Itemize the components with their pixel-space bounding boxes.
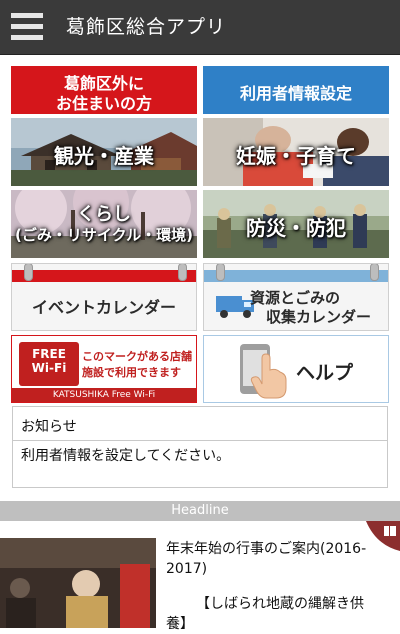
help-label: ヘルプ (296, 362, 354, 384)
disaster-crime-button[interactable]: 防災・防犯 (203, 190, 389, 258)
notice-box: お知らせ 利用者情報を設定してください。 (12, 406, 388, 488)
disaster-crime-label: 防災・防犯 (246, 216, 346, 240)
garbage-calendar-line1: 資源とごみの (250, 289, 341, 307)
event-calendar-label: イベントカレンダー (31, 298, 176, 317)
headline-bar: Headline (0, 501, 400, 521)
free-wifi-button[interactable]: FREE Wi-Fi このマークがある店舗・ 施設で利用できます KATSUSH… (11, 335, 197, 403)
news-subtitle: 【しばられ地蔵の縄解き供 (196, 596, 364, 612)
headline-label: Headline (171, 503, 229, 518)
garbage-calendar-line2: 収集カレンダー (266, 308, 372, 326)
user-settings-button[interactable]: 利用者情報設定 (203, 66, 389, 114)
tap-phone-icon (240, 344, 287, 399)
calendar-ring-icon (370, 264, 379, 281)
wifi-text-line1: このマークがある店舗・ (82, 350, 197, 363)
living-label-line2: (ごみ・リサイクル・環境) (15, 226, 193, 244)
help-button[interactable]: ヘルプ (203, 335, 389, 403)
notice-divider (13, 440, 387, 441)
calendar-band (204, 270, 388, 282)
garbage-calendar-button[interactable]: 資源とごみの 収集カレンダー (203, 263, 389, 331)
wifi-badge-free: FREE (32, 347, 66, 361)
calendar-ring-icon (216, 264, 225, 281)
outside-residents-line2: お住まいの方 (55, 94, 152, 113)
notice-text[interactable]: 利用者情報を設定してください。 (21, 445, 230, 465)
calendar-ring-icon (24, 264, 33, 281)
calendar-ring-icon (178, 264, 187, 281)
event-calendar-button[interactable]: イベントカレンダー (11, 263, 197, 331)
living-label-line1: くらし (77, 204, 131, 225)
app-title: 葛飾区総合アプリ (66, 16, 227, 38)
wifi-footer-bar: KATSUSHIKA Free Wi-Fi (12, 388, 196, 402)
user-settings-label: 利用者情報設定 (239, 84, 352, 103)
tourism-industry-label: 観光・産業 (54, 144, 154, 168)
calendar-band (12, 270, 196, 282)
app-header: 葛飾区総合アプリ (0, 0, 400, 54)
wifi-badge-icon: FREE Wi-Fi (19, 342, 79, 386)
news-thumbnail (0, 538, 156, 628)
notice-title: お知らせ (21, 419, 77, 435)
pregnancy-childcare-button[interactable]: 妊娠・子育て (203, 118, 389, 186)
pregnancy-childcare-label: 妊娠・子育て (236, 144, 356, 168)
news-subtitle-continued: 養】 (166, 616, 194, 632)
living-button[interactable]: くらし (ごみ・リサイクル・環境) (11, 190, 197, 258)
outside-residents-button[interactable]: 葛飾区外に お住まいの方 (11, 66, 197, 114)
hamburger-icon[interactable] (8, 9, 46, 45)
tourism-industry-button[interactable]: 観光・産業 (11, 118, 197, 186)
wifi-text-line2: 施設で利用できます (82, 366, 181, 379)
news-item[interactable]: 年末年始の行事のご案内(2016-2017) 【しばられ地蔵の縄解き供 養】 (0, 521, 400, 632)
news-title: 年末年始の行事のご案内(2016-2017) (166, 541, 367, 577)
wifi-badge-wifi: Wi-Fi (31, 361, 67, 375)
